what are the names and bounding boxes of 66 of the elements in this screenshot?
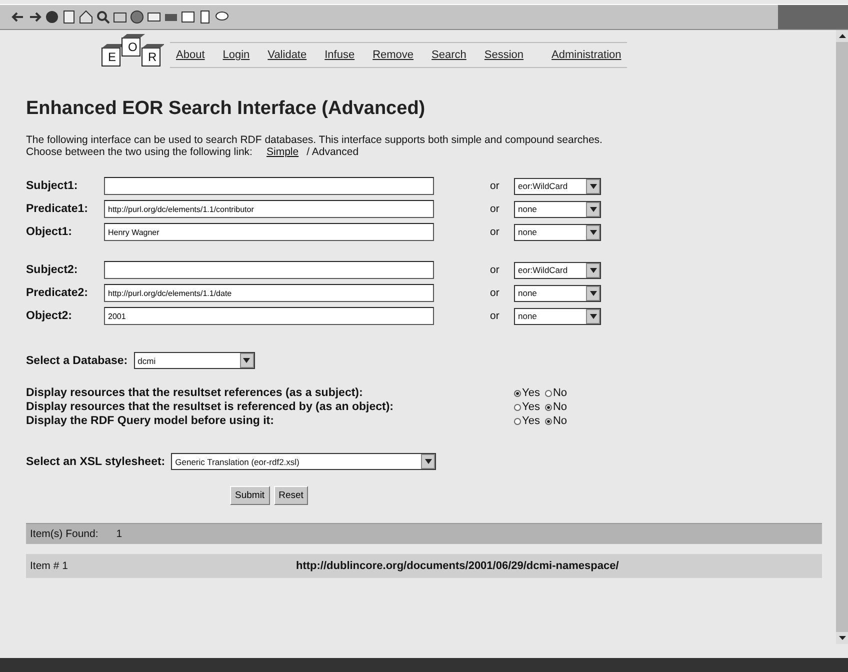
result-label: Item # 1	[30, 560, 69, 572]
stylesheet-dropdown[interactable]: Generic Translation (eor-rdf2.xsl)	[171, 453, 436, 470]
radio-option[interactable]: No	[544, 387, 568, 399]
nav-link[interactable]: Remove	[366, 49, 420, 61]
nav-link[interactable]: Infuse	[318, 49, 361, 61]
stop-icon[interactable]	[44, 10, 59, 24]
home-icon[interactable]	[78, 10, 93, 24]
result-url[interactable]: http://dublincore.org/documents/2001/06/29/dcmi-namespace/	[296, 560, 619, 572]
scroll-down-icon[interactable]	[836, 632, 848, 644]
back-arrow-icon[interactable]	[10, 10, 25, 24]
input-field[interactable]: http://purl.org/dc/elements/1.1/date	[104, 284, 434, 302]
nav-link[interactable]: Validate	[262, 49, 313, 61]
or-label: or	[490, 180, 500, 192]
found-label: Item(s) Found:	[30, 528, 98, 540]
switch-text: Choose between the two using the following link:	[26, 146, 252, 158]
nav-link[interactable]: About	[170, 49, 211, 61]
input-field[interactable]	[104, 177, 434, 195]
or-label: or	[490, 203, 500, 215]
form-button[interactable]: Reset	[274, 486, 308, 505]
field-label: Subject2:	[26, 264, 79, 276]
dropdown[interactable]: eor:WildCard	[514, 178, 601, 194]
found-count: 1	[116, 528, 122, 540]
nav-link[interactable]: Session	[478, 49, 530, 61]
database-dropdown[interactable]: dcmi	[134, 352, 255, 369]
option-label: Display resources that the resultset is referenced by (as an object):	[26, 401, 394, 413]
dropdown[interactable]: none	[514, 308, 601, 324]
or-label: or	[490, 264, 500, 276]
radio-option[interactable]: No	[544, 401, 568, 413]
dropdown[interactable]: none	[514, 284, 601, 302]
nav-link[interactable]: Login	[216, 49, 256, 61]
scrollbar[interactable]	[836, 30, 848, 644]
nav-link[interactable]: Administration	[536, 49, 628, 61]
stylesheet-label: Select an XSL stylesheet:	[26, 456, 166, 468]
field-label: Object1:	[26, 226, 74, 238]
database-label: Select a Database:	[26, 354, 128, 366]
field-label: Subject1:	[26, 180, 79, 192]
radio-option[interactable]: Yes	[514, 401, 540, 413]
intro-text: The following interface can be used to search RDF databases. This interface supports both simple and compound searches.	[26, 134, 604, 146]
current-mode: / Advanced	[306, 146, 359, 158]
simple-link[interactable]: Simple	[266, 146, 299, 158]
search-icon[interactable]	[95, 10, 110, 24]
field-label: Predicate2:	[26, 287, 90, 299]
input-field[interactable]: http://purl.org/dc/elements/1.1/contributor	[104, 200, 434, 218]
radio-option[interactable]: Yes	[514, 387, 540, 399]
field-label: Predicate1:	[26, 203, 90, 215]
dropdown[interactable]: none	[514, 200, 601, 218]
radio-option[interactable]: Yes	[514, 415, 540, 427]
option-label: Display resources that the resultset references (as a subject):	[26, 387, 364, 399]
field-label: Object2:	[26, 310, 74, 322]
form-button[interactable]: Submit	[230, 486, 270, 505]
radio-option[interactable]: No	[544, 415, 568, 427]
or-label: or	[490, 310, 500, 322]
logo: E O R	[100, 34, 164, 76]
dropdown[interactable]: none	[514, 224, 601, 240]
input-field[interactable]	[104, 261, 434, 279]
dropdown[interactable]: eor:WildCard	[514, 262, 601, 278]
or-label: or	[490, 226, 500, 238]
nav-link[interactable]: Search	[426, 49, 472, 61]
scroll-up-icon[interactable]	[836, 30, 848, 42]
input-field[interactable]: Henry Wagner	[104, 223, 434, 241]
input-field[interactable]: 2001	[104, 307, 434, 325]
or-label: or	[490, 287, 500, 299]
page-title: Enhanced EOR Search Interface (Advanced)	[26, 98, 426, 120]
forward-arrow-icon[interactable]	[27, 10, 42, 24]
window-controls-panel	[778, 5, 848, 29]
option-label: Display the RDF Query model before using it:	[26, 415, 275, 427]
